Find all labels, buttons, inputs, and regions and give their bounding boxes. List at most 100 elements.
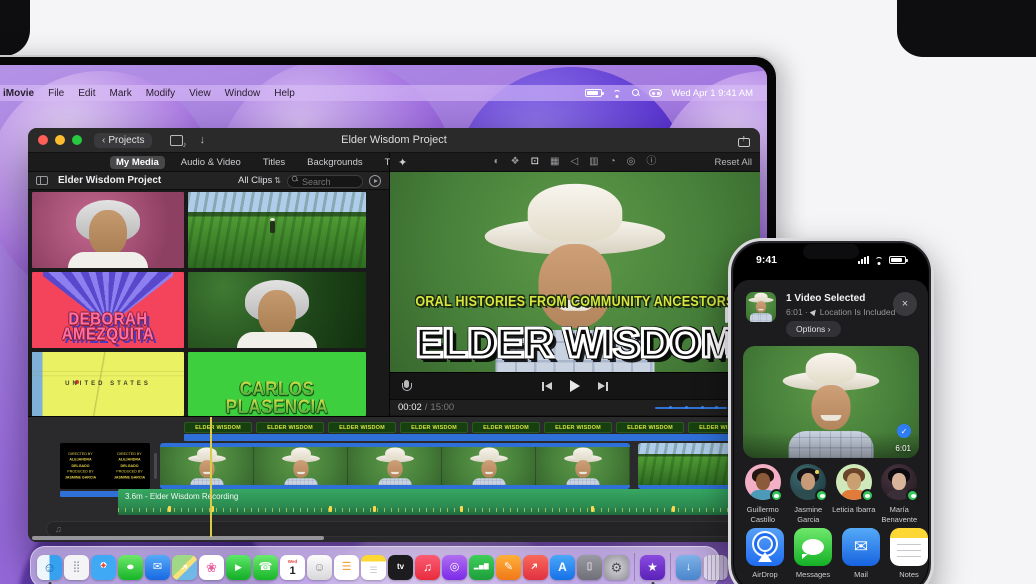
clip-thumbnail-farm-field[interactable] (188, 192, 366, 268)
dock-icon[interactable]: ✉ (145, 555, 170, 580)
airdrop-contact[interactable]: Guillermo Castillo (741, 464, 785, 526)
dock-icon[interactable]: ◎ (442, 555, 467, 580)
adjustment-icon[interactable]: ◁ (570, 157, 578, 167)
adjustment-icon[interactable]: ▥ (589, 157, 598, 167)
media-tab[interactable]: Backgrounds (301, 156, 368, 169)
adjustment-icon[interactable]: ◐ (494, 157, 500, 167)
title-clip[interactable]: ELDER WISDOM (184, 422, 252, 433)
menu-item[interactable]: Window (225, 88, 261, 99)
timeline-zoom-slider[interactable] (655, 403, 733, 412)
video-preview-card[interactable]: ✓ 6:01 (743, 346, 919, 458)
title-clip[interactable]: ELDER WISDOM (400, 422, 468, 433)
timeline-scrollbar[interactable] (32, 536, 324, 540)
share-icon[interactable]: ↑ (738, 134, 750, 147)
media-tab[interactable]: My Media (110, 156, 165, 169)
dock-icon[interactable]: ☺ (307, 555, 332, 580)
selected-video-clip[interactable] (160, 443, 630, 489)
clip-thumbnail-deborah-title[interactable]: DEBORAH AMÉZQUITA (32, 272, 184, 348)
dock-icon[interactable]: ★ (640, 555, 665, 580)
dock-icon[interactable] (634, 553, 635, 581)
adjustment-icon[interactable]: ⓘ (646, 157, 656, 167)
wifi-icon[interactable] (611, 89, 623, 98)
share-app[interactable]: Notes (890, 528, 928, 579)
dock-icon[interactable]: ☺ (37, 555, 62, 580)
menu-item[interactable]: File (48, 88, 64, 99)
playhead[interactable] (210, 417, 212, 537)
media-browser-icon[interactable] (170, 135, 183, 146)
background-music-well[interactable]: ♫ (46, 521, 740, 537)
menu-item[interactable]: View (189, 88, 211, 99)
title-clip[interactable]: ELDER WISDOM (256, 422, 324, 433)
filmstrip-play-icon[interactable] (369, 175, 381, 187)
menu-item[interactable]: Help (274, 88, 295, 99)
airdrop-contact[interactable]: María Benavente (877, 464, 921, 526)
dock-icon[interactable]: ● (118, 555, 143, 580)
reset-all-button[interactable]: Reset All (715, 157, 753, 168)
share-app[interactable]: AirDrop (746, 528, 784, 579)
search-input[interactable] (287, 175, 363, 188)
minimize-window-button[interactable] (55, 135, 65, 145)
menu-item[interactable]: Mark (109, 88, 131, 99)
video-viewer[interactable]: ORAL HISTORIES FROM COMMUNITY ANCESTORS … (390, 172, 760, 372)
adjustment-icon[interactable]: ❖ (511, 157, 520, 167)
previous-frame-button[interactable] (542, 382, 552, 391)
dock-icon[interactable]: tv (388, 555, 413, 580)
adjustment-icon[interactable]: ▦ (550, 157, 559, 167)
clip-thumbnail-carlos-title[interactable]: CARLOS PLASENCIA (188, 352, 366, 416)
control-center-icon[interactable] (649, 89, 662, 97)
next-frame-button[interactable] (598, 382, 608, 391)
dock-icon[interactable] (670, 553, 671, 581)
play-button[interactable] (570, 380, 580, 392)
dock-icon[interactable]: ✎ (496, 555, 521, 580)
menu-item[interactable]: iMovie (3, 88, 34, 99)
options-button[interactable]: Options › (786, 321, 841, 337)
dock-icon[interactable]: Wed 1 (280, 555, 305, 580)
dock-icon[interactable]: ⚙ (604, 555, 629, 580)
back-to-projects-button[interactable]: ‹ Projects (94, 133, 152, 148)
credits-clip[interactable]: DIRECTED BYALEJANDRA DELGADO PRODUCED BY… (60, 443, 150, 489)
adjustment-icon[interactable]: ⊡ (531, 157, 539, 167)
battery-icon[interactable] (585, 89, 602, 97)
dock-icon[interactable]: A (550, 555, 575, 580)
search-icon[interactable] (632, 89, 640, 97)
clip-thumbnail-us-map[interactable]: UNITED STATES (32, 352, 184, 416)
dock-icon[interactable]: ▶ (226, 555, 251, 580)
share-app[interactable]: ✉ Mail (842, 528, 880, 579)
selected-checkmark-icon[interactable]: ✓ (897, 424, 911, 438)
adjustment-icon[interactable]: ◔ (610, 157, 616, 167)
title-clip[interactable]: ELDER WISDOM (472, 422, 540, 433)
dock-icon[interactable] (703, 555, 728, 580)
clip-thumbnail-portrait-pink[interactable] (32, 192, 184, 268)
clip-trim-handle[interactable] (154, 453, 157, 479)
title-clip[interactable]: ELDER WISDOM (616, 422, 684, 433)
sidebar-toggle-icon[interactable] (36, 176, 48, 185)
title-clip-connector-bar[interactable] (184, 434, 738, 441)
dock-icon[interactable]: ☰ (361, 555, 386, 580)
dock-icon[interactable]: ✦ (91, 555, 116, 580)
dock-icon[interactable]: ☎ (253, 555, 278, 580)
title-clip[interactable]: ELDER WISDOM (328, 422, 396, 433)
menu-item[interactable]: Modify (146, 88, 175, 99)
farm-video-clip[interactable] (638, 443, 740, 489)
menu-bar-clock[interactable]: Wed Apr 1 9:41 AM (671, 88, 753, 99)
media-tab[interactable]: Audio & Video (175, 156, 247, 169)
airdrop-contact[interactable]: Leticia Ibarra (832, 464, 876, 526)
airdrop-contact[interactable]: Jasmine Garcia (786, 464, 830, 526)
adjustment-icon[interactable]: ◎ (627, 157, 636, 167)
close-icon[interactable]: × (893, 292, 917, 316)
clip-thumbnail-elder-woman[interactable] (188, 272, 366, 348)
dock-icon[interactable]: ▯ (577, 555, 602, 580)
menu-item[interactable]: Edit (78, 88, 95, 99)
close-window-button[interactable] (38, 135, 48, 145)
share-app[interactable]: Messages (794, 528, 832, 579)
dock-icon[interactable]: ➔ (523, 555, 548, 580)
import-download-icon[interactable]: ↓ (199, 134, 205, 146)
title-clip[interactable]: ELDER WISDOM (544, 422, 612, 433)
dock-icon[interactable]: ▂▅▇ (469, 555, 494, 580)
dock-icon[interactable]: ↓ (676, 555, 701, 580)
dock-icon[interactable]: ❀ (199, 555, 224, 580)
dock-icon[interactable]: ☰ (334, 555, 359, 580)
clips-filter-dropdown[interactable]: All Clips ⇅ (238, 175, 281, 186)
dock-icon[interactable]: ⣿ (64, 555, 89, 580)
dock-icon[interactable]: ♫ (415, 555, 440, 580)
